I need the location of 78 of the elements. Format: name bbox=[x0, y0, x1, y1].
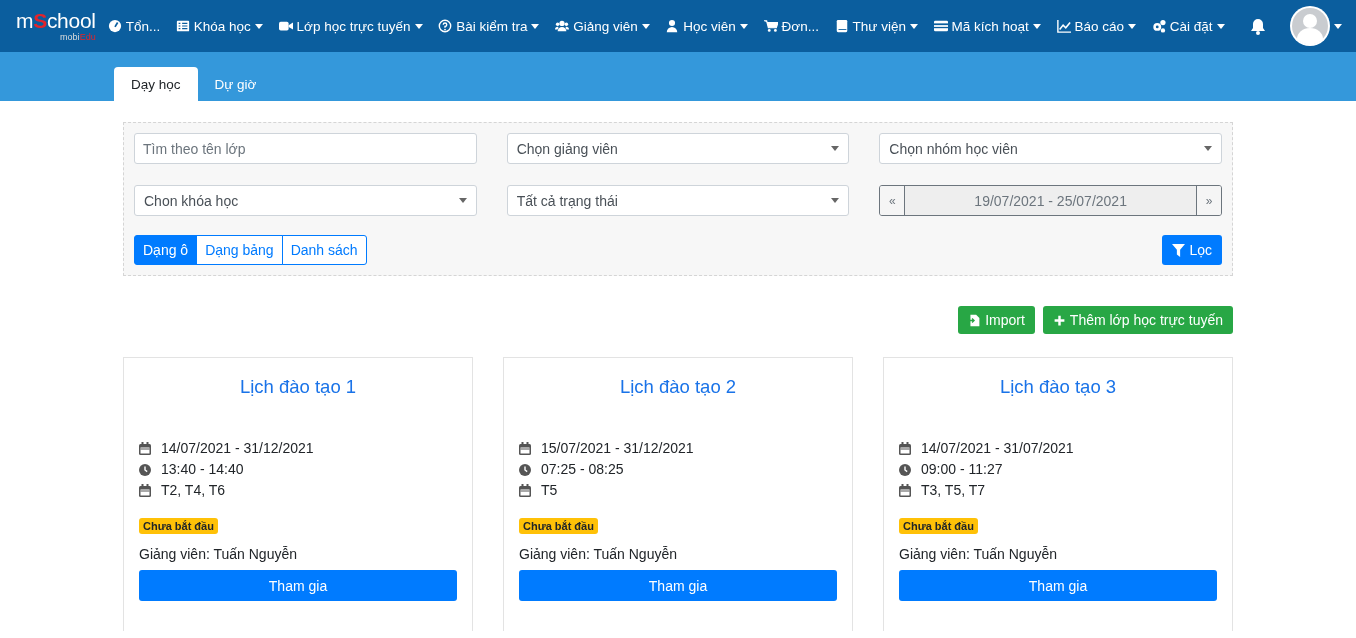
book-icon bbox=[834, 19, 849, 33]
plus-icon bbox=[1052, 313, 1066, 327]
caret-icon bbox=[831, 198, 840, 203]
caret-icon bbox=[458, 198, 467, 203]
teacher-text: Giảng viên: Tuấn Nguyễn bbox=[139, 546, 298, 562]
status-badge: Chưa bắt đầu bbox=[139, 518, 218, 534]
question-circle-icon bbox=[438, 19, 453, 33]
join-button[interactable]: Tham gia bbox=[139, 570, 457, 601]
weekdays-text: T5 bbox=[541, 481, 558, 500]
weekdays-text: T2, T4, T6 bbox=[161, 481, 226, 500]
select-field[interactable]: Chọn nhóm học viên bbox=[879, 133, 1222, 164]
users-icon bbox=[555, 19, 570, 33]
teacher-text: Giảng viên: Tuấn Nguyễn bbox=[519, 546, 678, 562]
video-camera-icon bbox=[278, 19, 293, 33]
select-field[interactable]: Chọn giảng viên bbox=[506, 133, 850, 164]
nav-menu-item[interactable]: Báo cáo bbox=[1054, 14, 1139, 38]
view-toggle-button[interactable]: Danh sách bbox=[281, 235, 367, 265]
date-range-text: 14/07/2021 - 31/07/2021 bbox=[921, 439, 1074, 458]
time-text: 13:40 - 14:40 bbox=[161, 460, 244, 479]
calendar-icon bbox=[519, 442, 531, 455]
date-range-text: 14/07/2021 - 31/12/2021 bbox=[161, 439, 314, 458]
previous-week-button[interactable]: « bbox=[880, 186, 906, 215]
time-text: 09:00 - 11:27 bbox=[921, 460, 1003, 479]
calendar-icon bbox=[899, 484, 911, 497]
nav-menu-item[interactable]: Tổn... bbox=[105, 14, 163, 38]
nav-menu-item[interactable]: Mã kích hoạt bbox=[931, 14, 1043, 38]
nav-menu-item[interactable]: Lớp học trực tuyến bbox=[276, 14, 425, 38]
nav-menu-item[interactable]: Học viên bbox=[663, 14, 750, 38]
select-field[interactable]: Chon khóa học bbox=[134, 185, 477, 216]
logo-subtext: mobiEdu bbox=[60, 33, 96, 42]
calendar-icon bbox=[139, 442, 151, 455]
nav-menu-item[interactable]: Cài đặt bbox=[1149, 14, 1227, 38]
weekdays-text: T3, T5, T7 bbox=[921, 481, 986, 500]
tab[interactable]: Dạy học bbox=[114, 67, 198, 101]
gauge-icon bbox=[107, 19, 122, 33]
filter-icon bbox=[1172, 243, 1186, 257]
date-range-text: 15/07/2021 - 31/12/2021 bbox=[541, 439, 694, 458]
nav-menu-item[interactable]: Bài kiểm tra bbox=[436, 14, 542, 38]
cart-icon bbox=[763, 19, 778, 33]
view-toggle-button[interactable]: Dạng bảng bbox=[196, 235, 283, 265]
nav-menu-item[interactable]: Giảng viên bbox=[553, 14, 652, 38]
filter-button[interactable]: Lọc bbox=[1162, 235, 1222, 265]
credit-card-icon bbox=[933, 19, 948, 33]
next-week-button[interactable]: » bbox=[1196, 186, 1221, 215]
gears-icon bbox=[1151, 19, 1166, 33]
clock-icon bbox=[139, 463, 151, 476]
logo-text: mSchool bbox=[16, 10, 96, 31]
file-import-icon bbox=[968, 313, 982, 327]
calendar-icon bbox=[139, 484, 151, 497]
date-range-field[interactable]: « 19/07/2021 - 25/07/2021 » bbox=[879, 185, 1222, 216]
caret-icon bbox=[1333, 23, 1342, 29]
time-text: 07:25 - 08:25 bbox=[541, 460, 624, 479]
date-range-text: 19/07/2021 - 25/07/2021 bbox=[973, 191, 1128, 211]
card-title[interactable]: Lịch đào tạo 2 bbox=[519, 376, 837, 398]
teacher-text: Giảng viên: Tuấn Nguyễn bbox=[899, 546, 1058, 562]
calendar-icon bbox=[899, 442, 911, 455]
nav-menu-item[interactable]: Khóa học bbox=[173, 14, 265, 38]
line-chart-icon bbox=[1056, 19, 1071, 33]
bell-icon[interactable] bbox=[1250, 17, 1267, 35]
join-button[interactable]: Tham gia bbox=[899, 570, 1217, 601]
card-title[interactable]: Lịch đào tạo 3 bbox=[899, 376, 1217, 398]
caret-icon bbox=[1204, 146, 1212, 151]
view-toggle-button[interactable]: Dạng ô bbox=[134, 235, 198, 265]
caret-icon bbox=[831, 146, 840, 151]
status-badge: Chưa bắt đầu bbox=[899, 518, 978, 534]
avatar-icon[interactable] bbox=[1289, 6, 1330, 46]
join-button[interactable]: Tham gia bbox=[519, 570, 837, 601]
user-icon bbox=[665, 19, 680, 33]
nav-menu-item[interactable]: Đơn... bbox=[761, 14, 821, 38]
clock-icon bbox=[899, 463, 911, 476]
nav-menu-item[interactable]: Thư viện bbox=[832, 14, 920, 38]
list-icon bbox=[175, 19, 190, 33]
calendar-icon bbox=[519, 484, 531, 497]
clock-icon bbox=[519, 463, 531, 476]
select-field[interactable]: Tất cả trạng thái bbox=[506, 185, 850, 216]
card-title[interactable]: Lịch đào tạo 1 bbox=[139, 376, 457, 398]
status-badge: Chưa bắt đầu bbox=[519, 518, 598, 534]
search-field[interactable]: Tìm theo tên lớp bbox=[134, 133, 477, 164]
